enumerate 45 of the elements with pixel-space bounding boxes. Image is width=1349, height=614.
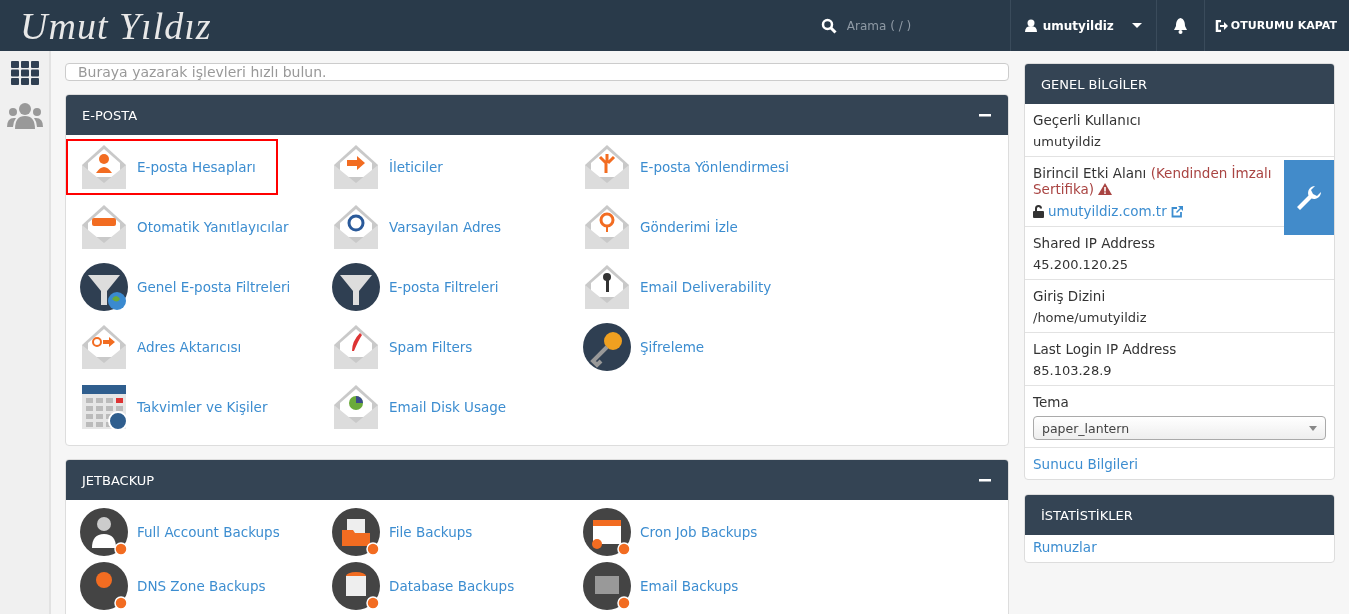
feature-link[interactable]: Şifreleme — [569, 319, 781, 375]
statistics-link[interactable]: Rumuzlar — [1033, 539, 1326, 555]
feature-link[interactable]: DNS Zone Backups — [66, 558, 278, 614]
feature-link[interactable]: Gönderimi İzle — [569, 199, 781, 255]
feature-link[interactable]: Takvimler ve Kişiler — [66, 379, 278, 435]
logo[interactable]: Umut Yıldız — [0, 3, 821, 48]
quick-search-field[interactable]: Buraya yazarak işlevleri hızlı bulun. — [65, 63, 1009, 81]
feature-link[interactable]: Email Deliverability — [569, 259, 781, 315]
feature-link[interactable]: E-posta Filtreleri — [318, 259, 530, 315]
feature-link[interactable]: Genel E-posta Filtreleri — [66, 259, 297, 315]
panel-title: İSTATİSTİKLER — [1025, 495, 1334, 535]
feature-link[interactable]: İleticiler — [318, 139, 530, 195]
section-title: JETBACKUP — [82, 472, 155, 488]
info-value: umutyildiz — [1033, 134, 1102, 149]
panel-title: GENEL BİLGİLER — [1025, 64, 1334, 104]
theme-select[interactable]: paper_lantern — [1033, 416, 1326, 440]
feature-link[interactable]: E-posta Yönlendirmesi — [569, 139, 795, 195]
info-value: /home/umutyildiz — [1033, 310, 1148, 325]
feature-link[interactable]: Varsayılan Adres — [318, 199, 530, 255]
feature-link[interactable]: File Backups — [318, 504, 530, 560]
domain-link[interactable]: umutyildiz.com.tr — [1048, 203, 1167, 219]
feature-link[interactable]: Full Account Backups — [66, 504, 286, 560]
info-label: Giriş Dizini — [1033, 288, 1107, 304]
feature-link[interactable]: Email Disk Usage — [318, 379, 530, 435]
info-value: 85.103.28.9 — [1033, 363, 1113, 378]
feature-link[interactable]: E-posta Hesapları — [66, 139, 278, 195]
info-label: Last Login IP Address — [1033, 341, 1178, 357]
info-value: 45.200.120.25 — [1033, 257, 1130, 272]
feature-link[interactable]: Database Backups — [318, 558, 530, 614]
section-title: E-POSTA — [82, 107, 138, 123]
feature-link[interactable]: Cron Job Backups — [569, 504, 781, 560]
section-header[interactable]: JETBACKUP — [66, 460, 1008, 500]
search-field[interactable]: Arama ( / ) — [846, 18, 912, 33]
logout-button[interactable]: OTURUMU KAPAT — [1204, 0, 1349, 51]
feature-link[interactable]: Email Backups — [569, 558, 781, 614]
server-info-link[interactable]: Sunucu Bilgileri — [1033, 456, 1326, 472]
user-menu[interactable]: umutyildiz — [1010, 0, 1157, 51]
section-header[interactable]: E-POSTA — [66, 95, 1008, 135]
info-label: Birincil Etki Alanı (Kendinden İmzalı Sertifika) — [1033, 165, 1273, 197]
info-label: Geçerli Kullanıcı — [1033, 112, 1142, 128]
info-label: Tema — [1033, 394, 1070, 410]
feature-link[interactable]: Spam Filters — [318, 319, 530, 375]
feature-link[interactable]: Adres Aktarıcısı — [66, 319, 278, 375]
feature-link[interactable]: Otomatik Yanıtlayıcılar — [66, 199, 295, 255]
info-label: Shared IP Address — [1033, 235, 1156, 251]
